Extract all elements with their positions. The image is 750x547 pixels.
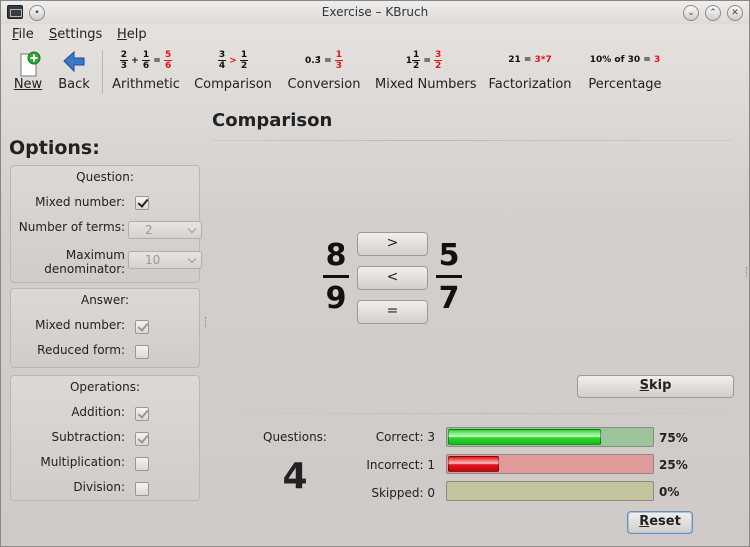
right-fraction: 5 7 xyxy=(434,237,464,316)
operations-group: Operations: Addition: Subtraction: Multi… xyxy=(10,375,200,501)
menu-file[interactable]: File xyxy=(12,27,34,42)
subtraction-checkbox[interactable] xyxy=(135,432,149,446)
menu-settings-label: ettings xyxy=(57,27,103,42)
answer-group-title: Answer: xyxy=(80,293,130,307)
close-icon[interactable]: ✕ xyxy=(727,5,743,21)
menu-file-label: ile xyxy=(18,27,34,42)
app-window: • Exercise – KBruch ⌄ ⌃ ✕ File Settings … xyxy=(0,0,750,547)
question-mixed-label: Mixed number: xyxy=(35,195,125,209)
answer-mixed-label: Mixed number: xyxy=(35,318,125,332)
question-group-title: Question: xyxy=(76,170,134,184)
back-label: Back xyxy=(58,77,90,92)
answer-group: Answer: Mixed number: Reduced form: xyxy=(10,288,200,368)
maximize-icon[interactable]: ⌃ xyxy=(705,5,721,21)
page-title: Comparison xyxy=(212,110,333,131)
correct-bar-fill xyxy=(448,429,601,445)
stats-divider xyxy=(231,413,736,414)
menu-help-label: elp xyxy=(126,27,147,42)
resize-grip[interactable] xyxy=(746,267,748,277)
skipped-percent: 0% xyxy=(659,485,680,499)
question-mixed-checkbox[interactable] xyxy=(135,196,149,210)
addition-checkbox[interactable] xyxy=(135,407,149,421)
tab-percentage[interactable]: 10% of 30 = 3 Percentage xyxy=(586,46,664,96)
terms-combo[interactable]: 2 xyxy=(128,221,202,239)
multiplication-label: Multiplication: xyxy=(40,455,125,469)
skip-label: kip xyxy=(648,378,672,393)
equal-button[interactable]: = xyxy=(357,300,428,324)
terms-label: Number of terms: xyxy=(18,220,125,234)
left-numerator: 8 xyxy=(325,238,347,273)
new-document-icon xyxy=(9,50,47,78)
left-fraction: 8 9 xyxy=(321,237,351,316)
greater-than-button[interactable]: > xyxy=(357,232,428,256)
question-group: Question: Mixed number: Number of terms:… xyxy=(10,165,202,283)
incorrect-percent: 25% xyxy=(659,458,688,472)
questions-count: 4 xyxy=(282,456,308,497)
tab-comparison[interactable]: 34 > 12 Comparison xyxy=(193,46,273,96)
answer-mixed-checkbox[interactable] xyxy=(135,320,149,334)
reset-label: eset xyxy=(649,514,681,529)
tab-percentage-label: Percentage xyxy=(588,77,662,92)
incorrect-label: Incorrect: 1 xyxy=(366,458,435,472)
tab-arithmetic[interactable]: 23 + 16 = 56 Arithmetic xyxy=(109,46,183,96)
reset-mnemonic: R xyxy=(639,514,650,529)
skip-button[interactable]: Skip xyxy=(577,375,734,398)
tab-comparison-label: Comparison xyxy=(194,77,272,92)
back-arrow-icon xyxy=(55,50,93,78)
right-numerator: 5 xyxy=(438,238,460,273)
subtraction-label: Subtraction: xyxy=(51,430,125,444)
comparison-icon: 34 > 12 xyxy=(217,50,249,71)
maxden-label-line2: denominator: xyxy=(44,262,125,276)
options-title: Options: xyxy=(9,137,100,159)
incorrect-bar-fill xyxy=(448,456,499,472)
multiplication-checkbox[interactable] xyxy=(135,457,149,471)
maxden-combo[interactable]: 10 xyxy=(128,251,202,269)
tab-factorization-label: Factorization xyxy=(488,77,572,92)
reduced-checkbox[interactable] xyxy=(135,345,149,359)
tab-factorization[interactable]: 21 = 3*7 Factorization xyxy=(488,46,572,96)
toolbar: New Back 23 + 16 = 56 Arithmetic 3 4 > 1… xyxy=(1,46,749,98)
operations-group-title: Operations: xyxy=(69,380,140,394)
tab-mixed-numbers-label: Mixed Numbers xyxy=(375,77,477,92)
addition-label: Addition: xyxy=(71,405,125,419)
correct-percent: 75% xyxy=(659,431,688,445)
tab-conversion[interactable]: 0.3̄ = 13 Conversion xyxy=(287,46,361,96)
mixed-numbers-icon: 112 = 32 xyxy=(405,50,443,71)
incorrect-bar xyxy=(446,454,654,474)
maxden-label-line1: Maximum xyxy=(65,248,125,262)
new-button[interactable]: New xyxy=(9,46,47,96)
tab-conversion-label: Conversion xyxy=(287,77,361,92)
conversion-icon: 0.3̄ = 13 xyxy=(304,50,344,71)
correct-bar xyxy=(446,427,654,447)
minimize-icon[interactable]: ⌄ xyxy=(683,5,699,21)
right-denominator: 7 xyxy=(438,281,460,316)
skipped-label: Skipped: 0 xyxy=(371,486,435,500)
less-than-button[interactable]: < xyxy=(357,266,428,290)
correct-label: Correct: 3 xyxy=(375,430,435,444)
tab-arithmetic-label: Arithmetic xyxy=(112,77,180,92)
skip-mnemonic: S xyxy=(639,378,649,393)
menu-help[interactable]: Help xyxy=(117,27,147,42)
arithmetic-icon: 23 + 16 = 56 xyxy=(119,50,173,71)
splitter-handle[interactable] xyxy=(205,317,207,327)
division-checkbox[interactable] xyxy=(135,482,149,496)
menu-help-mnemonic: H xyxy=(117,27,127,42)
toolbar-separator xyxy=(102,50,103,94)
menu-settings[interactable]: Settings xyxy=(49,27,102,42)
window-title: Exercise – KBruch xyxy=(321,5,429,19)
menu-bar: File Settings Help xyxy=(1,24,749,44)
skipped-bar xyxy=(446,481,654,501)
reset-button[interactable]: Reset xyxy=(627,511,693,534)
reduced-label: Reduced form: xyxy=(37,343,125,357)
tab-mixed-numbers[interactable]: 112 = 32 Mixed Numbers xyxy=(375,46,477,96)
division-label: Division: xyxy=(73,480,125,494)
questions-label: Questions: xyxy=(263,430,327,444)
new-label: New xyxy=(13,77,43,92)
back-button[interactable]: Back xyxy=(55,46,93,96)
title-bar[interactable]: • Exercise – KBruch ⌄ ⌃ ✕ xyxy=(1,1,749,24)
title-divider xyxy=(213,140,733,141)
left-denominator: 9 xyxy=(325,281,347,316)
